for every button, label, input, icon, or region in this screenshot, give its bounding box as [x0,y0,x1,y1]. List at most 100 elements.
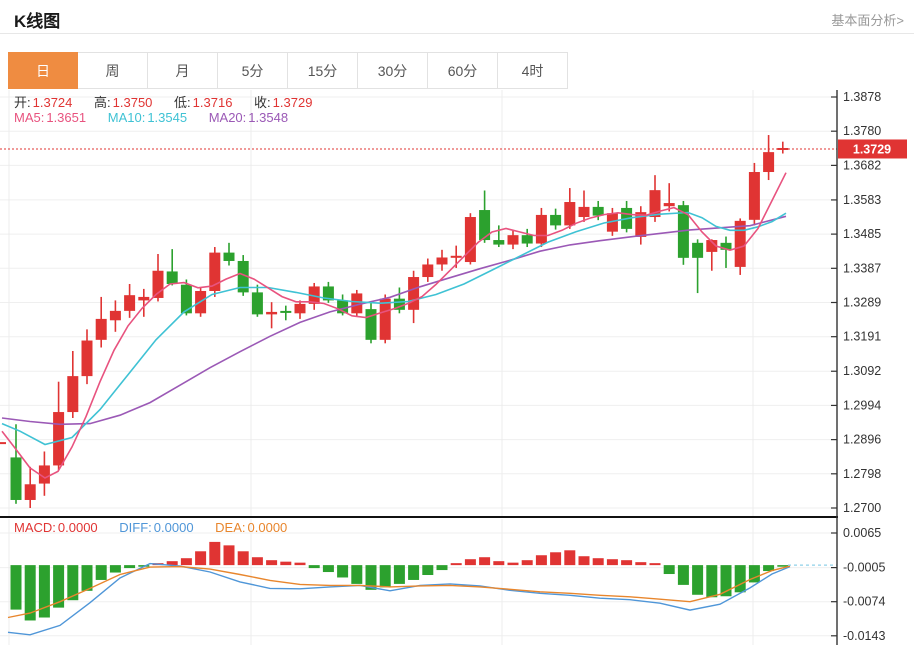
axis-label: 1.3289 [843,296,881,310]
macd-bar [735,565,746,592]
candle-body [522,235,533,243]
candle-body [508,235,519,244]
axis-label: 1.2896 [843,433,881,447]
candle-body [82,341,93,377]
diff-value: 0.0000 [154,520,194,535]
macd-bar [380,565,391,587]
macd-bar [635,562,646,565]
ma5-line [2,173,786,478]
macd-bar [692,565,703,595]
candle-body [181,285,192,314]
candle-body [11,457,22,500]
candle-body [380,299,391,340]
macd-bar [323,565,334,572]
dea-label: DEA: [215,520,245,535]
candle-body [493,240,504,245]
macd-bar [465,559,476,565]
candle-body [167,271,178,284]
axis-label: 1.3682 [843,158,881,172]
macd-bar [124,565,135,568]
axis-label: 1.3583 [843,193,881,207]
candle-body [579,207,590,217]
ma10-label: MA10: [108,110,146,125]
axis-label: -0.0005 [843,561,885,575]
macd-value: 0.0000 [58,520,98,535]
macd-bar [224,545,235,565]
candle-body [422,264,433,277]
macd-bar [181,558,192,565]
ma-readout: MA5:1.3651 MA10:1.3545 MA20:1.3548 [14,110,290,125]
axis-label: -0.0074 [843,595,885,609]
candle-body [550,215,561,225]
macd-bar [536,555,547,565]
dea-value: 0.0000 [248,520,288,535]
macd-bar [607,559,618,565]
candle-body [437,257,448,264]
candle-body [763,152,774,172]
macd-bar [522,560,533,565]
ma5-value: 1.3651 [46,110,86,125]
macd-bar [252,557,263,565]
macd-bar [650,563,661,565]
candle-body [224,253,235,261]
axis-label: 1.3878 [843,90,881,104]
high-value: 1.3750 [113,95,153,110]
macd-bar [195,551,206,565]
open-label: 开: [14,95,31,110]
candle-body [735,221,746,267]
macd-bar [280,562,291,565]
edge-candle-dash [0,442,6,444]
macd-bar [706,565,717,597]
macd-readout: MACD:0.0000 DIFF:0.0000 DEA:0.0000 [14,520,289,535]
candle-body [124,295,135,311]
axis-label: 0.0065 [843,526,881,540]
candle-body [777,148,788,150]
macd-bar [96,565,107,580]
macd-bar [11,565,22,609]
candle-body [138,297,149,300]
ohlc-readout: 开:1.3724 高:1.3750 低:1.3716 收:1.3729 [14,92,314,111]
candle-body [692,243,703,258]
candle-body [53,412,64,465]
candle-body [280,311,291,313]
candle-body [465,217,476,262]
high-label: 高: [94,95,111,110]
axis-label: 1.2700 [843,501,881,515]
macd-bar [266,560,277,565]
open-value: 1.3724 [33,95,73,110]
macd-bar [408,565,419,580]
candle-body [408,277,419,310]
candle-body [451,256,462,258]
macd-bar [593,558,604,565]
low-label: 低: [174,95,191,110]
candle-body [536,215,547,244]
macd-bar [493,561,504,565]
close-label: 收: [254,95,271,110]
macd-bar [664,565,675,574]
macd-bar [110,565,121,572]
axis-label: 1.3780 [843,124,881,138]
macd-bar [238,551,249,565]
candle-body [96,319,107,340]
axis-label: 1.2798 [843,467,881,481]
axis-label: 1.3092 [843,364,881,378]
macd-bar [337,565,348,577]
close-value: 1.3729 [273,95,313,110]
panel-divider [0,516,838,518]
axis-label: 1.3191 [843,330,881,344]
macd-bar [678,565,689,585]
candle-body [25,484,36,500]
macd-bar [508,563,519,565]
candle-body [252,292,263,314]
candle-body [110,311,121,320]
ma10-value: 1.3545 [147,110,187,125]
macd-bar [422,565,433,575]
macd-bar [209,542,220,565]
candle-body [564,202,575,225]
macd-bar [621,560,632,565]
candle-body [749,172,760,220]
axis-label: 1.2994 [843,398,881,412]
candle-body [67,376,78,412]
macd-bar [564,550,575,565]
ma20-line [2,216,786,424]
